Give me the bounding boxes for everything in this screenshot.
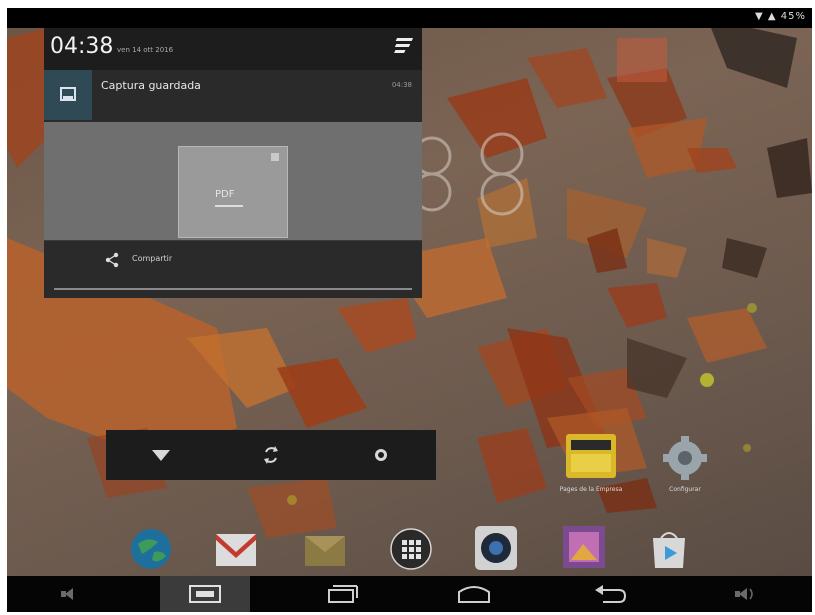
navigation-bar (7, 576, 812, 612)
camera-icon[interactable] (473, 524, 519, 572)
status-bar: ▼ ▲ 45% (7, 8, 812, 28)
wifi-icon[interactable] (150, 444, 172, 466)
screenshot-icon (189, 585, 221, 603)
quick-settings-icon[interactable] (394, 36, 416, 56)
brightness-icon[interactable] (370, 444, 392, 466)
panel-handle[interactable] (54, 288, 412, 290)
pages-icon-label: Pages de la Empresa (559, 486, 623, 493)
volume-down-button[interactable] (35, 576, 105, 612)
browser-icon[interactable] (128, 526, 174, 572)
back-button[interactable] (575, 576, 645, 612)
recent-apps-button[interactable] (307, 576, 377, 612)
notification-panel: 04:38 ven 14 ott 2016 Captura guardada 0… (44, 28, 422, 298)
preview-label: PDF (215, 189, 235, 200)
gmail-icon[interactable] (214, 528, 258, 570)
email-icon[interactable] (303, 528, 347, 570)
home-button[interactable] (439, 576, 509, 612)
screenshot-button[interactable] (160, 576, 250, 612)
share-label: Compartir (132, 254, 173, 263)
apps-icon[interactable] (388, 526, 434, 572)
screenshot-app-icon (44, 70, 92, 120)
notification-date: ven 14 ott 2016 (117, 46, 174, 54)
back-icon (595, 585, 627, 603)
preview-thumbnail: PDF (178, 146, 288, 238)
status-icons: ▼ ▲ 45% (755, 11, 806, 22)
play-store-icon[interactable] (647, 528, 691, 572)
volume-down-icon (61, 588, 73, 600)
notification-timestamp: 04:38 (391, 81, 412, 89)
volume-up-icon (735, 588, 753, 600)
share-action[interactable]: Compartir (44, 240, 422, 281)
home-icon (458, 586, 490, 603)
share-icon (105, 252, 119, 268)
quick-toggle-bar (106, 430, 436, 480)
volume-up-button[interactable] (707, 576, 777, 612)
pages-icon[interactable] (563, 432, 619, 482)
recent-apps-icon (328, 585, 358, 603)
notification-clock: 04:38 (50, 34, 114, 59)
screenshot-notification[interactable]: Captura guardada 04:38 PDF Compartir (44, 70, 422, 298)
rotate-icon[interactable] (260, 444, 282, 466)
screenshot-preview[interactable]: PDF (44, 122, 422, 240)
notification-title: Captura guardada (101, 79, 201, 92)
tablet-screen: ▼ ▲ 45% 04:38 ven 14 ott 2016 Captura gu… (7, 8, 812, 612)
gallery-icon[interactable] (561, 524, 607, 570)
settings-app-icon[interactable] (657, 434, 713, 484)
settings-icon-label: Configurar (669, 486, 701, 493)
